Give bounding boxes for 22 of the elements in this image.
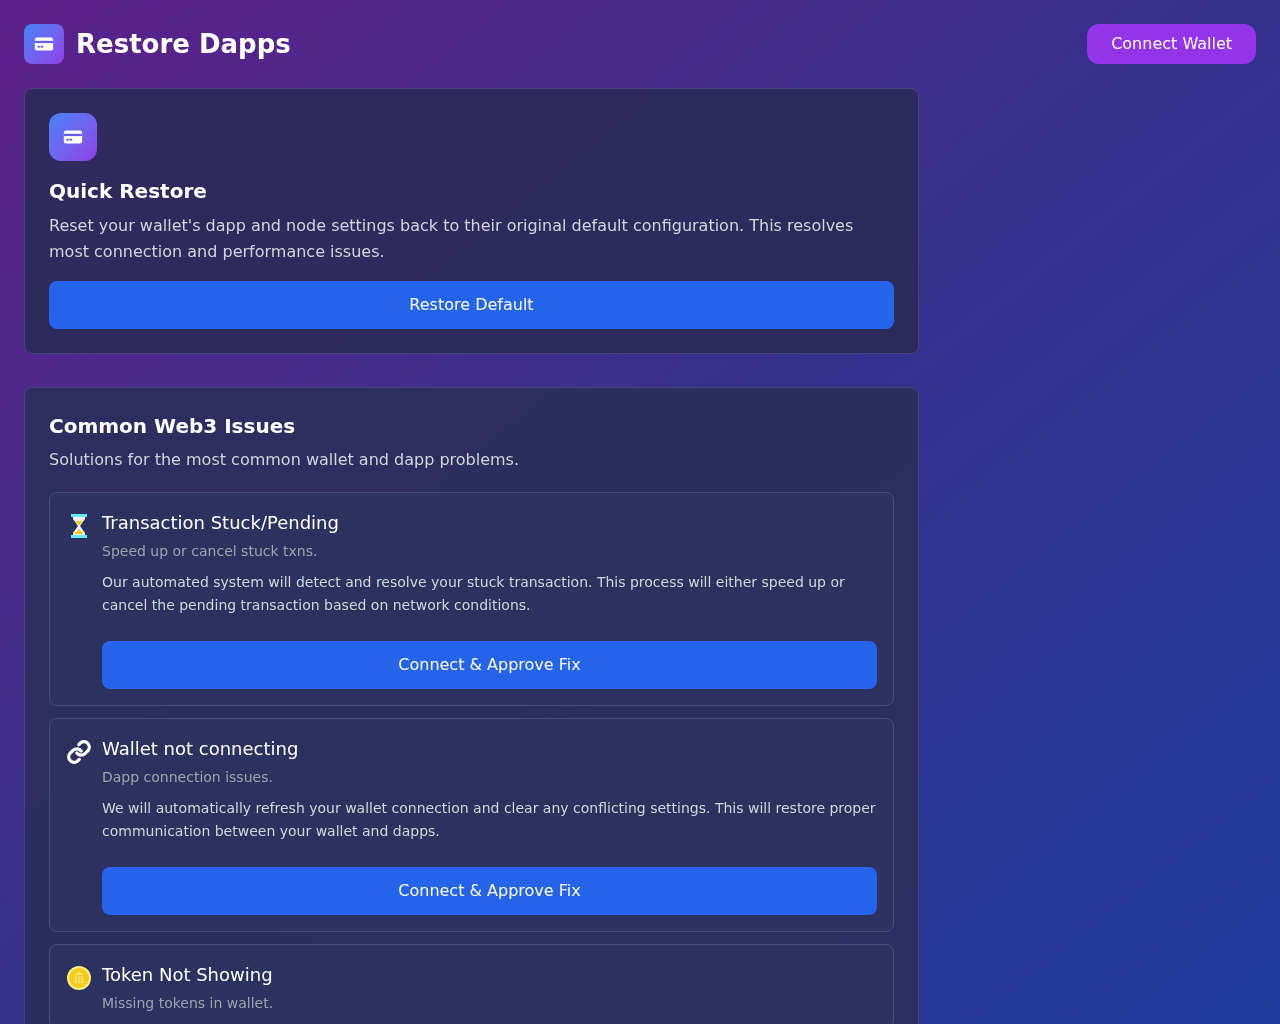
card-title: Common Web3 Issues bbox=[49, 413, 297, 440]
approve-fix-button[interactable]: Connect & Approve Fix bbox=[102, 641, 877, 689]
coin-icon bbox=[66, 965, 92, 991]
connect-wallet-button[interactable]: Connect Wallet bbox=[1087, 24, 1256, 64]
issue-subtitle: Missing tokens in wallet. bbox=[102, 995, 275, 1011]
card-title: Quick Restore bbox=[49, 178, 208, 205]
approve-fix-button[interactable]: Connect & Approve Fix bbox=[102, 867, 877, 915]
issue-subtitle: Dapp connection issues. bbox=[102, 769, 274, 785]
restore-default-button[interactable]: Restore Default bbox=[49, 281, 894, 329]
card-subtitle: Solutions for the most common wallet and dapp problems. bbox=[49, 449, 521, 471]
card-icon bbox=[49, 113, 97, 161]
issue-title: Wallet not connecting bbox=[102, 737, 300, 761]
issue-title: Token Not Showing bbox=[102, 963, 274, 987]
issue-subtitle: Speed up or cancel stuck txns. bbox=[102, 543, 319, 559]
chain-link-icon bbox=[66, 739, 92, 765]
issue-title: Transaction Stuck/Pending bbox=[102, 511, 340, 535]
card-description: Reset your wallet's dapp and node settings back to their original default configuration. This resolves most connection and performance issues. bbox=[49, 215, 855, 263]
card-icon bbox=[24, 24, 64, 64]
app-title: Restore Dapps bbox=[76, 27, 291, 61]
issue-description: Our automated system will detect and resolve your stuck transaction. This process will either speed up or cancel the pending transaction based on network conditions. bbox=[102, 573, 846, 615]
issue-description: We will automatically refresh your wallet connection and clear any conflicting settings. This will restore proper communication between your wallet and dapps. bbox=[102, 799, 877, 841]
hourglass-icon bbox=[69, 513, 89, 539]
